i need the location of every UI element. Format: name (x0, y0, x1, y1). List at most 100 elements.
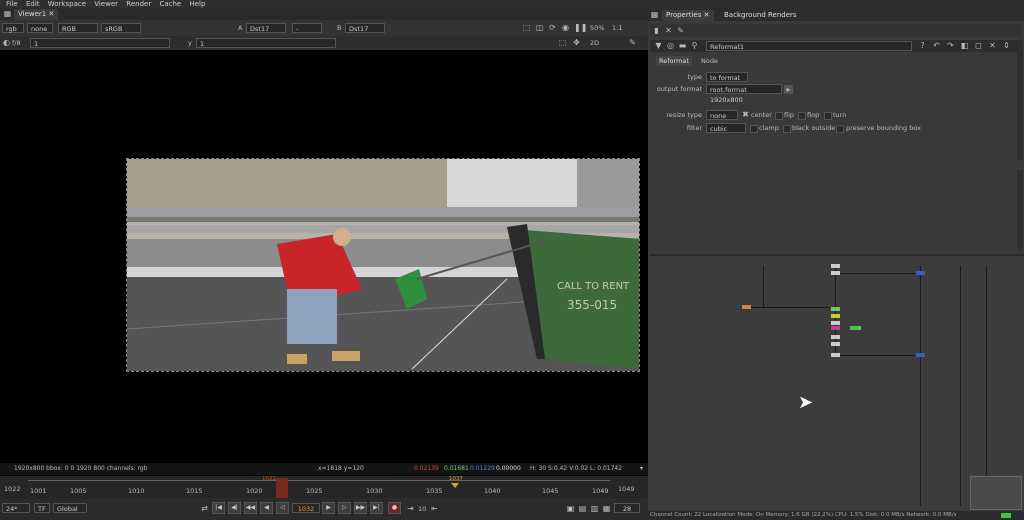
grid-icon[interactable]: ▦ (650, 10, 659, 19)
menu-render[interactable]: Render (126, 0, 151, 8)
subtab-reformat[interactable]: Reformat (656, 56, 692, 66)
proxy-value[interactable]: 1:1 (612, 23, 622, 33)
input-b-dropdown[interactable]: Dst17 (345, 23, 385, 33)
dot-node[interactable] (831, 353, 840, 357)
close-icon[interactable]: ✕ (704, 11, 710, 19)
timeline-end[interactable]: 1049 (618, 484, 635, 494)
viewer-input-node[interactable] (850, 326, 861, 330)
increment-value[interactable]: 10 (418, 504, 426, 514)
prev-frame-button[interactable]: ◁ (276, 502, 289, 514)
dot-node[interactable] (831, 271, 840, 275)
read-node[interactable] (742, 305, 751, 309)
prev-keyframe-button[interactable]: ◀| (228, 502, 241, 514)
record-button[interactable]: ● (388, 502, 401, 514)
playhead-marker[interactable] (276, 478, 288, 498)
node-graph-minimap[interactable] (970, 476, 1022, 510)
menu-cache[interactable]: Cache (159, 0, 181, 8)
crop-icon[interactable]: ⬚ (558, 38, 567, 47)
transform-node[interactable] (831, 321, 840, 325)
first-frame-button[interactable]: |◀ (212, 502, 225, 514)
view-mode-dropdown[interactable]: 2D (590, 38, 599, 48)
timeline-start[interactable]: 1022 (4, 484, 21, 494)
tab-properties[interactable]: Properties ✕ (662, 10, 714, 21)
black-outside-checkbox[interactable] (783, 125, 791, 133)
node-graph[interactable]: ➤ (650, 256, 1024, 510)
tab-background-renders[interactable]: Background Renders (720, 10, 801, 21)
current-frame-field[interactable]: 1032 (292, 503, 320, 513)
write-node[interactable] (916, 353, 925, 357)
refresh-icon[interactable]: ⟳ (548, 23, 557, 32)
expand-icon[interactable]: ⇕ (1002, 41, 1011, 50)
gamma-slider[interactable]: 1 (196, 38, 336, 48)
loop-icon[interactable]: ⇄ (200, 504, 209, 513)
composite-op-dropdown[interactable]: - (292, 23, 322, 33)
increment-forward-icon[interactable]: ⇤ (430, 504, 439, 513)
end-frame-field[interactable]: 28 (614, 503, 640, 513)
settings-icon[interactable]: ▦ (602, 504, 611, 513)
chevron-down-icon[interactable]: ▾ (640, 463, 643, 475)
output-format-dropdown[interactable]: root.format 1920x800 (706, 84, 782, 104)
lock-frame-icon[interactable]: ▤ (578, 504, 587, 513)
filter-dropdown[interactable]: cubic (706, 123, 746, 133)
menu-viewer[interactable]: Viewer (94, 0, 118, 8)
node-graph-scrollbar[interactable] (1017, 170, 1023, 250)
flip-checkbox[interactable] (775, 112, 783, 120)
channels-dropdown[interactable]: rgb (2, 23, 24, 33)
monitor-icon[interactable]: ▣ (566, 504, 575, 513)
clip-warning-icon[interactable]: ◫ (535, 23, 544, 32)
properties-scrollbar[interactable] (1017, 40, 1023, 160)
revert-icon[interactable]: ◧ (960, 41, 969, 50)
roi-icon[interactable]: ⬚ (522, 23, 531, 32)
next-frame-button[interactable]: ▷ (338, 502, 351, 514)
grade-node[interactable] (831, 314, 840, 318)
menu-workspace[interactable]: Workspace (48, 0, 86, 8)
last-frame-button[interactable]: ▶| (370, 502, 383, 514)
scope-dropdown[interactable]: Global (53, 503, 87, 513)
lock-icon[interactable]: ▮ (652, 26, 661, 35)
subtab-node[interactable]: Node (698, 56, 721, 66)
menu-help[interactable]: Help (189, 0, 205, 8)
menu-edit[interactable]: Edit (26, 0, 40, 8)
preserve-bbox-checkbox[interactable] (836, 125, 844, 133)
increment-icon[interactable]: ⇥ (406, 504, 415, 513)
step-forward-button[interactable]: ▶▶ (354, 502, 367, 514)
pencil-icon[interactable]: ✎ (628, 38, 637, 47)
close-icon[interactable]: ✕ (48, 10, 54, 18)
play-backward-button[interactable]: ◀ (260, 502, 273, 514)
node-name-field[interactable]: Reformat1 (706, 41, 912, 51)
dot-node[interactable] (831, 264, 840, 268)
fps-dropdown[interactable]: 24* (2, 503, 30, 513)
dot-node[interactable] (831, 342, 840, 346)
turn-checkbox[interactable] (824, 112, 832, 120)
reformat-node[interactable] (831, 326, 840, 330)
collapse-icon[interactable]: ▼ (654, 41, 663, 50)
timeline[interactable]: 1022 1001 1005 1010 1015 1020 1025 1030 … (0, 476, 648, 498)
node-settings-icon[interactable]: ⚲ (690, 41, 699, 50)
tf-dropdown[interactable]: TF (34, 503, 50, 513)
colorspace-out-dropdown[interactable]: sRGB (101, 23, 141, 33)
step-back-button[interactable]: ◀◀ (244, 502, 257, 514)
keyframe-marker[interactable] (451, 483, 459, 488)
flop-checkbox[interactable] (798, 112, 806, 120)
alpha-dropdown[interactable]: none (27, 23, 53, 33)
pause-icon[interactable]: ❚❚ (574, 23, 587, 32)
bookmark-icon[interactable]: ▥ (590, 504, 599, 513)
format-menu-icon[interactable]: ▸ (784, 85, 793, 94)
dot-node[interactable] (831, 335, 840, 339)
exposure-icon[interactable]: ◐ (2, 38, 11, 47)
write-node[interactable] (916, 271, 925, 275)
center-checkbox[interactable]: ✖ (741, 110, 750, 119)
merge-node[interactable] (831, 307, 840, 311)
close-panel-icon[interactable]: ✕ (988, 41, 997, 50)
clear-icon[interactable]: ✕ (664, 26, 673, 35)
help-icon[interactable]: ? (918, 41, 927, 50)
fstop-slider[interactable]: 1 (30, 38, 170, 48)
lock-icon[interactable]: ◉ (561, 23, 570, 32)
transform-icon[interactable]: ✥ (572, 38, 581, 47)
float-icon[interactable]: ▬ (678, 41, 687, 50)
grid-icon[interactable]: ▦ (3, 9, 12, 18)
eye-icon[interactable]: ◎ (666, 41, 675, 50)
maximize-icon[interactable]: ◻ (974, 41, 983, 50)
redo-icon[interactable]: ↷ (946, 41, 955, 50)
type-dropdown[interactable]: to format (706, 72, 748, 82)
